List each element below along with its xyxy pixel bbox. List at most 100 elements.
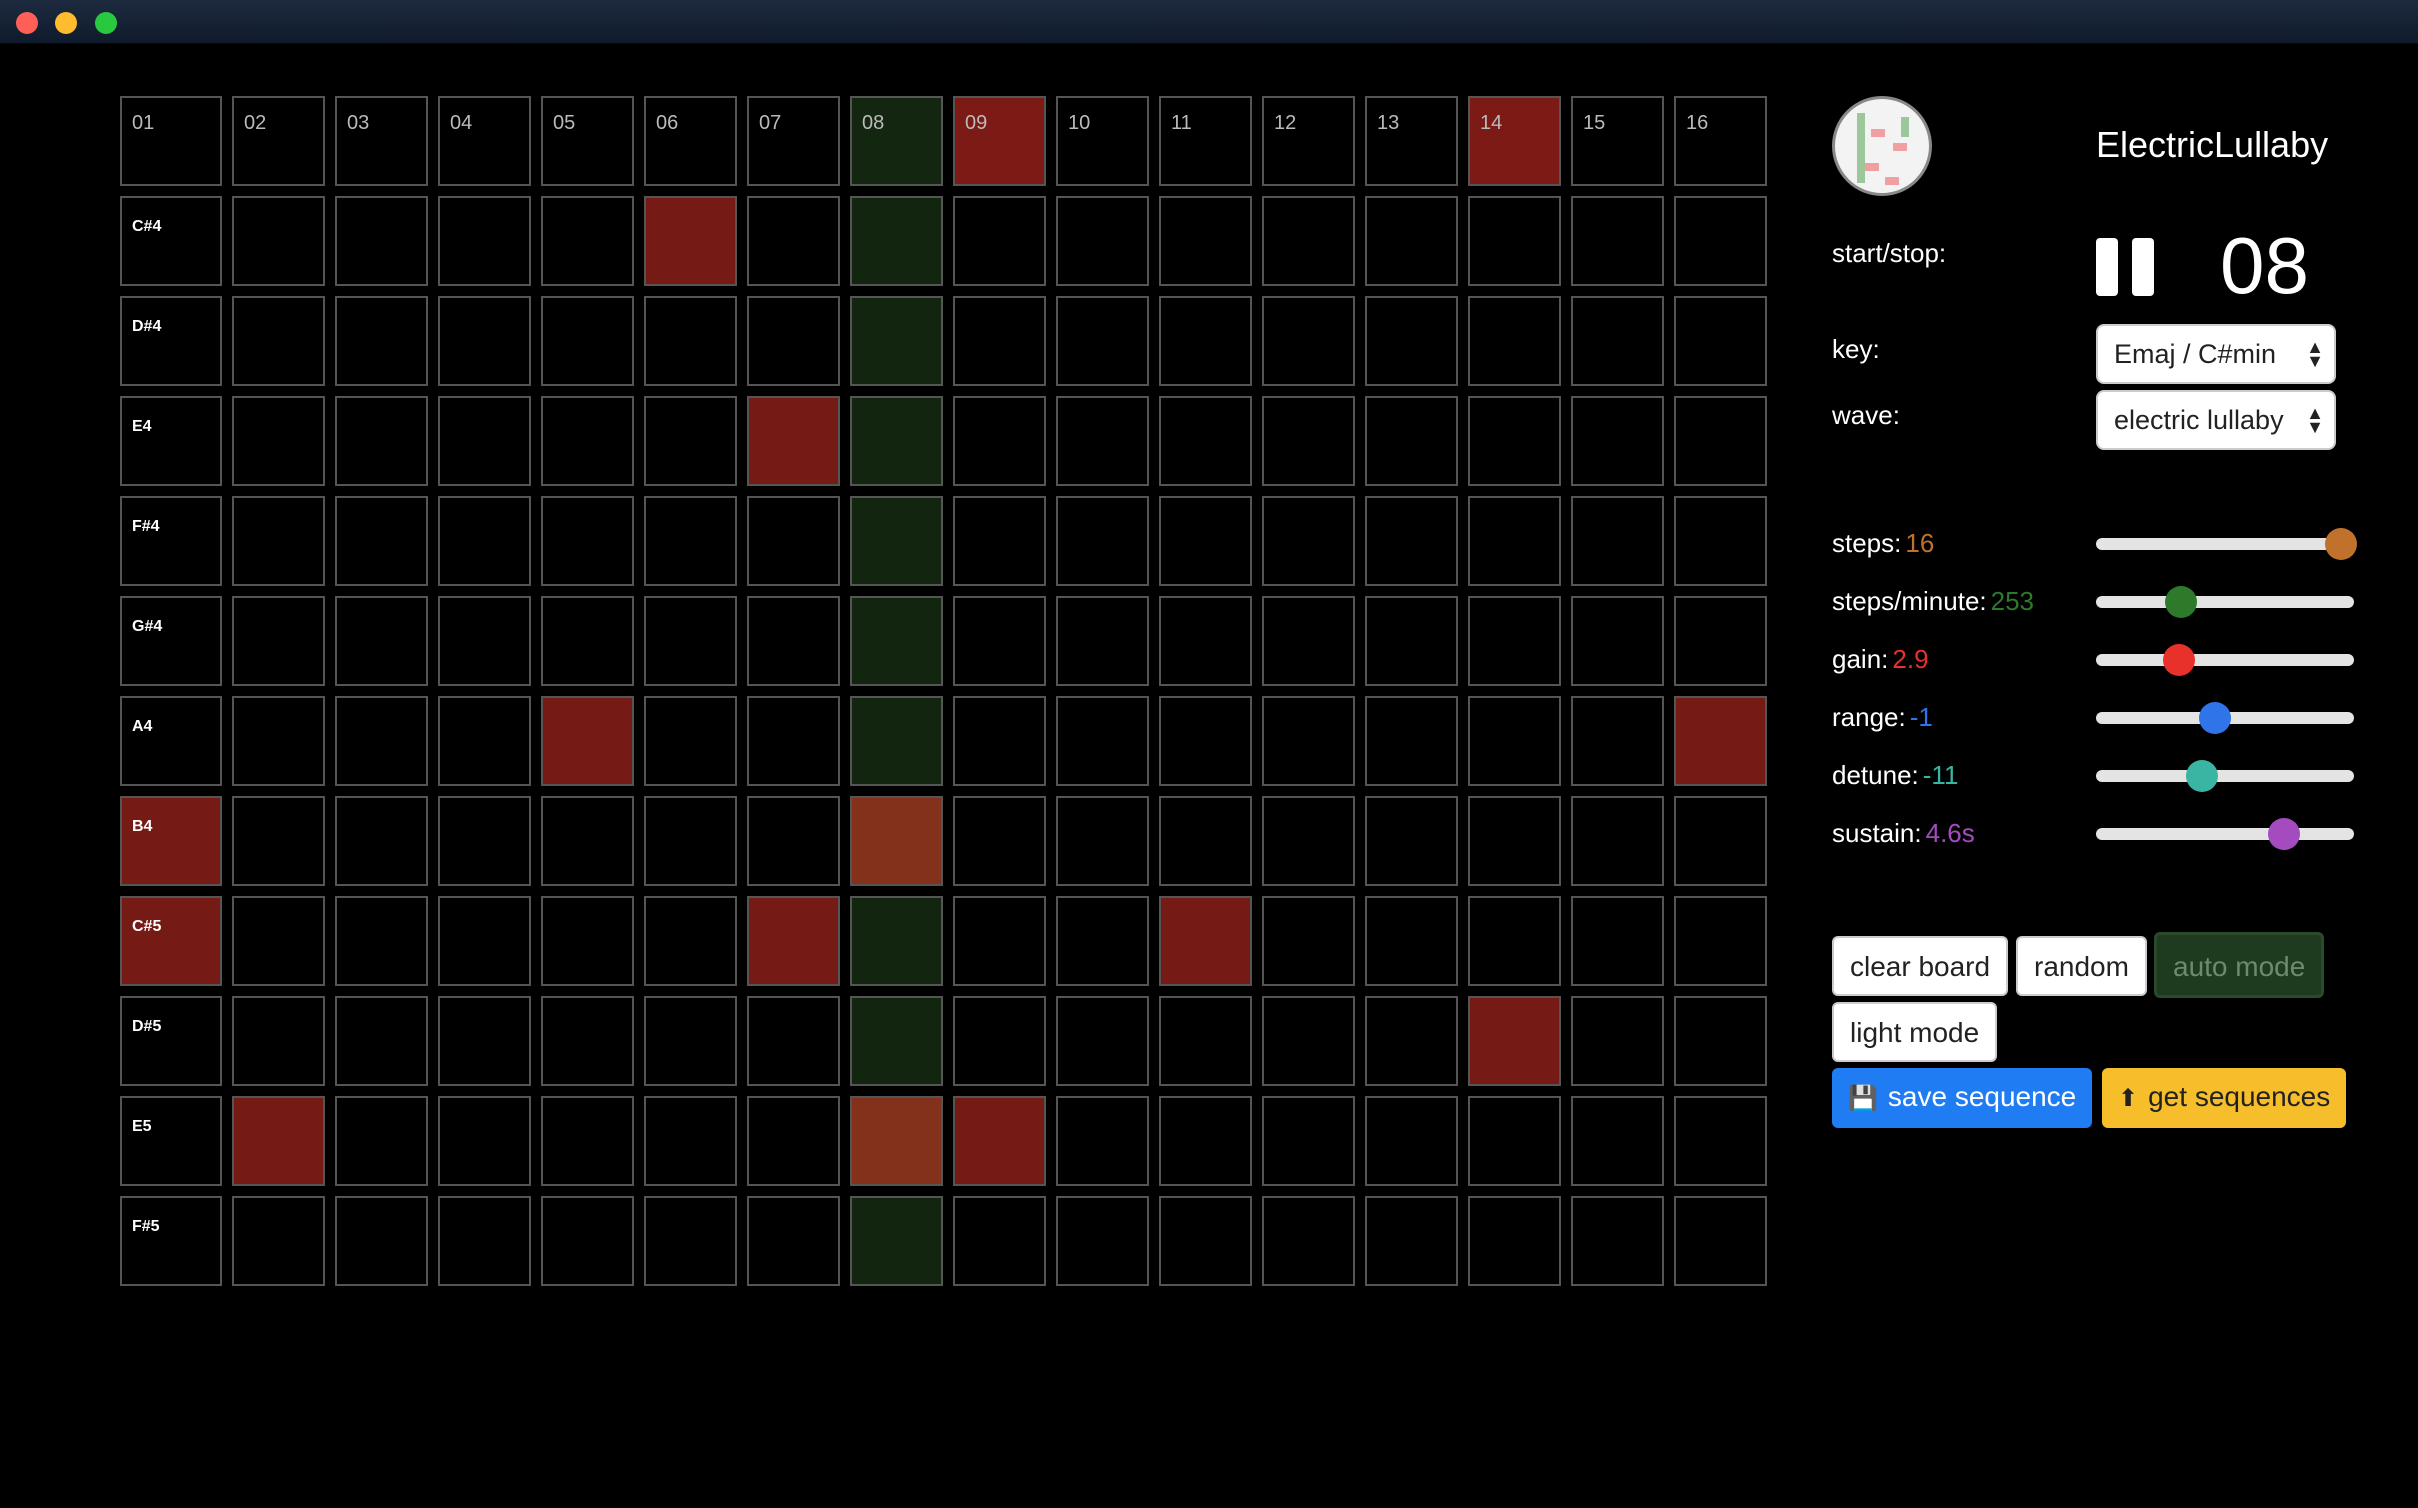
step-cell[interactable]: [232, 696, 325, 786]
step-cell[interactable]: [1571, 996, 1664, 1086]
step-cell[interactable]: [335, 396, 428, 486]
step-cell[interactable]: [1571, 496, 1664, 586]
step-cell[interactable]: [1262, 596, 1355, 686]
step-cell[interactable]: [541, 996, 634, 1086]
step-cell[interactable]: [644, 996, 737, 1086]
step-cell[interactable]: [335, 1196, 428, 1286]
step-cell[interactable]: [335, 1096, 428, 1186]
step-cell[interactable]: [541, 896, 634, 986]
step-cell[interactable]: [1159, 396, 1252, 486]
step-cell[interactable]: [953, 196, 1046, 286]
step-cell[interactable]: [1262, 196, 1355, 286]
step-cell[interactable]: F#4: [120, 496, 222, 586]
step-cell[interactable]: [747, 796, 840, 886]
step-cell[interactable]: [1159, 296, 1252, 386]
step-cell[interactable]: [232, 496, 325, 586]
step-cell[interactable]: [438, 1196, 531, 1286]
step-cell[interactable]: [541, 796, 634, 886]
step-cell[interactable]: [1262, 896, 1355, 986]
step-cell[interactable]: [953, 1096, 1046, 1186]
step-cell[interactable]: [232, 1196, 325, 1286]
step-cell[interactable]: [953, 696, 1046, 786]
step-cell[interactable]: [644, 196, 737, 286]
step-cell[interactable]: [1468, 396, 1561, 486]
step-cell[interactable]: [335, 796, 428, 886]
step-cell[interactable]: [850, 496, 943, 586]
step-cell[interactable]: [1674, 896, 1767, 986]
step-cell[interactable]: [1468, 1196, 1561, 1286]
step-cell[interactable]: [1468, 896, 1561, 986]
step-cell[interactable]: [1365, 1196, 1458, 1286]
step-cell[interactable]: [1365, 696, 1458, 786]
step-cell[interactable]: [438, 396, 531, 486]
step-cell[interactable]: [232, 896, 325, 986]
slider-track[interactable]: [2096, 818, 2354, 850]
step-cell[interactable]: [1365, 196, 1458, 286]
step-cell[interactable]: [644, 296, 737, 386]
step-cell[interactable]: [541, 696, 634, 786]
step-cell[interactable]: [1365, 1096, 1458, 1186]
step-cell[interactable]: [1571, 296, 1664, 386]
step-cell[interactable]: [1674, 1096, 1767, 1186]
step-cell[interactable]: [1571, 196, 1664, 286]
step-cell[interactable]: [747, 396, 840, 486]
step-cell[interactable]: [1571, 1096, 1664, 1186]
step-cell[interactable]: [1571, 396, 1664, 486]
step-cell[interactable]: [438, 296, 531, 386]
step-cell[interactable]: [644, 496, 737, 586]
step-cell[interactable]: [850, 796, 943, 886]
step-cell[interactable]: [850, 896, 943, 986]
step-cell[interactable]: [850, 696, 943, 786]
step-cell[interactable]: [1365, 396, 1458, 486]
step-cell[interactable]: [850, 596, 943, 686]
pause-button[interactable]: [2096, 238, 2154, 296]
step-cell[interactable]: [1674, 696, 1767, 786]
step-cell[interactable]: [644, 696, 737, 786]
step-cell[interactable]: [644, 896, 737, 986]
step-cell[interactable]: [747, 596, 840, 686]
step-cell[interactable]: [1674, 196, 1767, 286]
step-cell[interactable]: [1468, 996, 1561, 1086]
step-cell[interactable]: [1468, 1096, 1561, 1186]
step-cell[interactable]: [1262, 1196, 1355, 1286]
step-cell[interactable]: [644, 396, 737, 486]
step-cell[interactable]: [953, 896, 1046, 986]
step-cell[interactable]: B4: [120, 796, 222, 886]
step-cell[interactable]: [953, 996, 1046, 1086]
step-cell[interactable]: [541, 196, 634, 286]
random-button[interactable]: random: [2016, 936, 2147, 996]
step-cell[interactable]: [335, 496, 428, 586]
step-cell[interactable]: E5: [120, 1096, 222, 1186]
step-cell[interactable]: [1056, 996, 1149, 1086]
step-cell[interactable]: [438, 196, 531, 286]
step-cell[interactable]: [1262, 1096, 1355, 1186]
step-cell[interactable]: [1674, 496, 1767, 586]
step-cell[interactable]: [541, 1096, 634, 1186]
slider-knob[interactable]: [2325, 528, 2358, 560]
step-cell[interactable]: [1468, 296, 1561, 386]
step-cell[interactable]: [232, 296, 325, 386]
step-cell[interactable]: [1674, 396, 1767, 486]
step-cell[interactable]: [747, 1196, 840, 1286]
step-cell[interactable]: G#4: [120, 596, 222, 686]
step-cell[interactable]: [850, 396, 943, 486]
step-cell[interactable]: [438, 596, 531, 686]
step-cell[interactable]: [438, 496, 531, 586]
step-cell[interactable]: [1056, 896, 1149, 986]
step-cell[interactable]: [232, 796, 325, 886]
step-cell[interactable]: [1674, 296, 1767, 386]
step-cell[interactable]: [1056, 196, 1149, 286]
step-cell[interactable]: [1674, 996, 1767, 1086]
step-cell[interactable]: [1262, 796, 1355, 886]
step-cell[interactable]: [953, 396, 1046, 486]
step-cell[interactable]: [438, 796, 531, 886]
step-cell[interactable]: [335, 896, 428, 986]
step-cell[interactable]: [850, 996, 943, 1086]
step-cell[interactable]: [1365, 596, 1458, 686]
step-cell[interactable]: [541, 296, 634, 386]
step-cell[interactable]: [953, 296, 1046, 386]
step-cell[interactable]: [1262, 496, 1355, 586]
step-cell[interactable]: [953, 496, 1046, 586]
slider-track[interactable]: [2096, 644, 2354, 676]
step-cell[interactable]: [232, 196, 325, 286]
